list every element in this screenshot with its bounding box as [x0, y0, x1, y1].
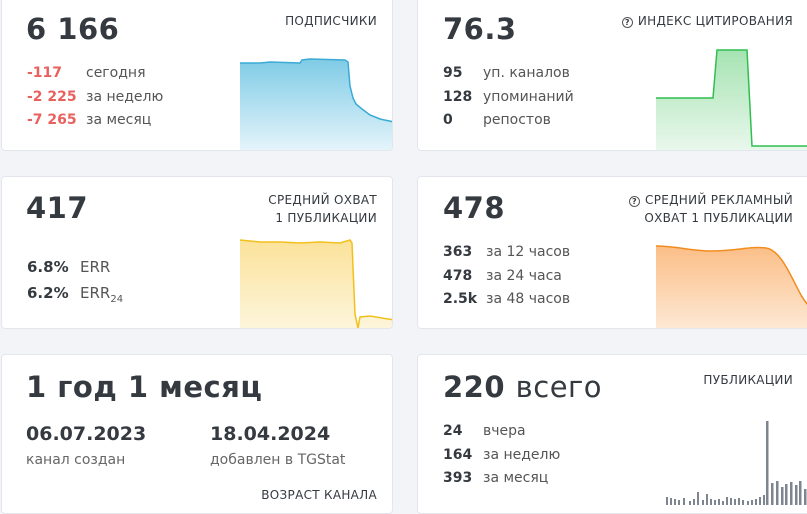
publications-stats: 24 вчера 164 за неделю 393 за месяц	[443, 420, 560, 491]
err24-subscript: 24	[110, 294, 124, 305]
ad-reach-card[interactable]: 478 ? СРЕДНИЙ РЕКЛАМНЫЙ ОХВАТ 1 ПУБЛИКАЦИИ…	[417, 176, 807, 329]
stat-label: за 48 часов	[486, 291, 571, 307]
stat-value: 128	[443, 88, 473, 105]
reach-card[interactable]: 417 СРЕДНИЙ ОХВАТ 1 ПУБЛИКАЦИИ 6.8% ERR 6.…	[1, 176, 393, 329]
stat-value: -2 225	[27, 88, 77, 105]
citation-sparkline[interactable]	[656, 41, 807, 151]
publications-title: ПУБЛИКАЦИИ	[703, 373, 793, 387]
stat-label: за 12 часов	[486, 244, 571, 260]
reach-title: СРЕДНИЙ ОХВАТ 1 ПУБЛИКАЦИИ	[268, 191, 377, 227]
stat-value: 164	[443, 446, 473, 463]
stat-value: 393	[443, 470, 473, 486]
stat-label: за месяц	[86, 112, 152, 128]
err-stats: 6.8% ERR 6.2% ERR24	[27, 254, 123, 313]
created-date: 06.07.2023	[26, 423, 147, 445]
stat-value: 95	[443, 65, 463, 81]
publications-total: 220 всего	[443, 370, 602, 404]
ad-reach-stats: 363 за 12 часов 478 за 24 часа 2.5k за 48 ч…	[443, 241, 570, 312]
reach-title-line2: 1 ПУБЛИКАЦИИ	[275, 211, 377, 225]
ad-reach-title-line1: СРЕДНИЙ РЕКЛАМНЫЙ	[645, 193, 793, 207]
citation-index-value: 76.3	[443, 12, 517, 46]
ad-reach-title-line2: ОХВАТ 1 ПУБЛИКАЦИИ	[644, 211, 793, 225]
citation-card[interactable]: 76.3 ? ИНДЕКС ЦИТИРОВАНИЯ 95 уп. каналов 1…	[417, 0, 807, 151]
stat-label: репостов	[483, 112, 551, 128]
average-reach-value: 417	[26, 191, 89, 225]
publications-card[interactable]: 220 всего ПУБЛИКАЦИИ 24 вчера 164 за недел…	[417, 354, 807, 514]
publications-count: 220	[443, 370, 506, 404]
stat-label: за неделю	[86, 88, 164, 105]
subscribers-count: 6 166	[26, 12, 120, 46]
publications-bar-chart[interactable]	[656, 415, 807, 505]
err24-label-text: ERR	[80, 284, 111, 302]
stat-value: 2.5k	[443, 291, 478, 307]
question-circle-icon[interactable]: ?	[629, 196, 641, 207]
subscribers-sparkline[interactable]	[240, 56, 393, 151]
stat-label: за неделю	[483, 446, 561, 463]
publications-suffix: всего	[515, 370, 603, 404]
citation-stats: 95 уп. каналов 128 упоминаний 0 репостов	[443, 62, 574, 133]
reach-sparkline[interactable]	[240, 234, 393, 329]
citation-title-text: ИНДЕКС ЦИТИРОВАНИЯ	[637, 14, 793, 28]
err-label: ERR	[80, 258, 111, 276]
stat-label: упоминаний	[483, 88, 574, 105]
channel-age-card[interactable]: 1 год 1 месяц 06.07.2023 канал создан 18…	[1, 354, 393, 514]
channel-age-value: 1 год 1 месяц	[26, 370, 263, 404]
channel-age-title: ВОЗРАСТ КАНАЛА	[261, 488, 377, 502]
stat-value: -117	[27, 65, 63, 81]
subscribers-stats: -117 сегодня -2 225 за неделю -7 265 за мес…	[27, 62, 163, 133]
stat-value: 363	[443, 244, 473, 260]
citation-title: ? ИНДЕКС ЦИТИРОВАНИЯ	[621, 12, 793, 30]
reach-title-line1: СРЕДНИЙ ОХВАТ	[268, 193, 377, 207]
stat-label: вчера	[483, 423, 526, 439]
stat-value: 478	[443, 267, 473, 284]
err-value: 6.8%	[27, 258, 69, 276]
stat-label: сегодня	[86, 65, 146, 81]
subscribers-title: ПОДПИСЧИКИ	[285, 14, 377, 28]
subscribers-card[interactable]: 6 166 ПОДПИСЧИКИ -117 сегодня -2 225 за не…	[1, 0, 393, 151]
ad-reach-title: ? СРЕДНИЙ РЕКЛАМНЫЙ ОХВАТ 1 ПУБЛИКАЦИИ	[629, 191, 793, 227]
added-date: 18.04.2024	[210, 423, 331, 445]
created-label: канал создан	[26, 452, 126, 468]
added-label: добавлен в TGStat	[210, 452, 346, 468]
stat-label: за месяц	[483, 470, 549, 486]
err24-value: 6.2%	[27, 284, 69, 302]
stat-value: 24	[443, 423, 463, 439]
err24-label: ERR24	[80, 280, 123, 313]
ad-reach-sparkline[interactable]	[656, 237, 807, 329]
question-circle-icon[interactable]: ?	[621, 17, 633, 28]
ad-reach-value: 478	[443, 191, 506, 225]
stat-value: -7 265	[27, 112, 77, 128]
stat-value: 0	[443, 112, 453, 128]
stat-label: уп. каналов	[483, 65, 570, 81]
stat-label: за 24 часа	[486, 267, 562, 284]
